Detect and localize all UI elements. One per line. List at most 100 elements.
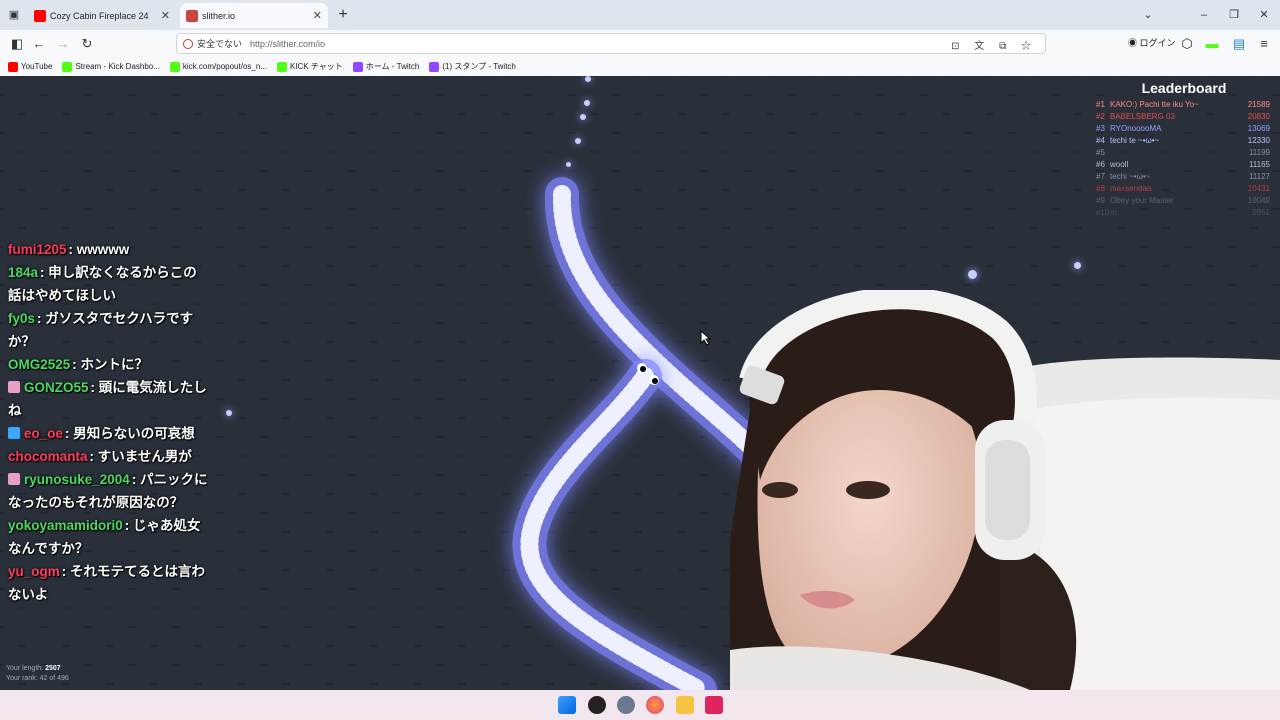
forward-icon[interactable]: →	[54, 35, 72, 53]
bookmark-kick-popout[interactable]: kick.com/popout/os_n...	[169, 61, 267, 72]
kick-extension-icon[interactable]: ▬	[1203, 35, 1221, 53]
tab-title: Cozy Cabin Fireplace 24	[50, 10, 149, 21]
leaderboard-row: #7 techi ~•ω•~ 11127	[1090, 171, 1278, 183]
twitch-icon	[352, 61, 363, 72]
tab-actions-icon[interactable]: ▣	[6, 7, 22, 23]
leaderboard-name: KAKO:) Pachi tte iku Yo~	[1110, 100, 1199, 109]
leaderboard-name: wooll	[1110, 160, 1129, 169]
sidebar-icon[interactable]: ◧	[8, 35, 26, 53]
streamer-webcam-image	[730, 290, 1280, 690]
chat-text: : ホントに？	[72, 357, 149, 372]
tab-list-icon[interactable]: ⌄	[1140, 7, 1156, 23]
leaderboard-rank: #10	[1096, 208, 1110, 217]
length-value: 2507	[45, 665, 61, 672]
leaderboard-name: RYOnooooMA	[1110, 124, 1162, 133]
chat-message: fumi1205: wwwww	[8, 238, 208, 261]
leaderboard-score: 11127	[1248, 172, 1270, 181]
tab-cozy-cabin[interactable]: Cozy Cabin Fireplace 24 ✕	[28, 3, 176, 28]
security-indicator[interactable]: 安全でない	[183, 37, 242, 50]
bookmark-twitch-home[interactable]: ホーム - Twitch	[352, 61, 420, 72]
security-label: 安全でない	[197, 39, 243, 49]
leaderboard-rank: #1	[1096, 100, 1105, 109]
bookmark-twitch-stamps[interactable]: (1) スタンプ - Twitch	[429, 61, 516, 72]
chat-message: GONZO55: 頭に電気流したしね	[8, 376, 208, 422]
login-button[interactable]: ◉ ログイン	[1128, 36, 1176, 49]
chat-username[interactable]: GONZO55	[24, 380, 89, 395]
new-tab-icon[interactable]: +	[335, 7, 351, 23]
account-icon: ◉	[1128, 38, 1140, 48]
food-orb	[968, 270, 977, 279]
chat-message: chocomanta: すいません男が	[8, 445, 208, 468]
chat-username[interactable]: 184a	[8, 265, 38, 280]
windows-icon[interactable]	[558, 696, 576, 714]
windows-taskbar	[0, 690, 1280, 720]
firefox-icon[interactable]	[646, 696, 664, 714]
leaderboard-row: #8 maxsendaa 10431	[1090, 183, 1278, 195]
bookmark-label: (1) スタンプ - Twitch	[442, 62, 516, 71]
chat-message: eo_oe: 男知らないの可哀想	[8, 422, 208, 445]
address-bar[interactable]: 安全でない http://slither.com/io ⊡ 文 ⧉ ☆	[176, 33, 1046, 54]
twitch-icon	[429, 61, 440, 72]
leaderboard-row: #9 Obey your Master 10049	[1090, 195, 1278, 207]
translate-extension-icon[interactable]: ▤	[1230, 35, 1248, 53]
mouse-cursor	[700, 330, 712, 346]
reload-icon[interactable]: ↻	[78, 35, 96, 53]
chat-username[interactable]: yokoyamamidori0	[8, 518, 123, 533]
minimize-icon[interactable]: –	[1196, 7, 1212, 23]
menu-icon[interactable]: ≡	[1255, 35, 1273, 53]
extensions-icon[interactable]: ⬡	[1178, 35, 1196, 53]
leaderboard-name: techi te ~•ω•~	[1110, 136, 1160, 145]
bookmark-kick-dashboard[interactable]: Stream - Kick Dashbo...	[62, 61, 160, 72]
address-bar-actions[interactable]: ⊡ 文 ⧉ ☆	[951, 37, 1037, 52]
file-explorer-icon[interactable]	[676, 696, 694, 714]
leaderboard-name: m	[1110, 208, 1117, 217]
chat-message: yokoyamamidori0: じゃあ処女なんですか？	[8, 514, 208, 560]
app-icon[interactable]	[705, 696, 723, 714]
bookmark-label: Stream - Kick Dashbo...	[75, 62, 160, 71]
chat-username[interactable]: fy0s	[8, 311, 35, 326]
kick-icon	[62, 61, 73, 72]
leaderboard-name: maxsendaa	[1110, 184, 1152, 193]
food-orb	[580, 114, 586, 120]
kick-icon	[276, 61, 287, 72]
chat-username[interactable]: fumi1205	[8, 242, 67, 257]
user-badge-icon	[8, 381, 20, 393]
leaderboard-rank: #6	[1096, 160, 1105, 169]
leaderboard-row: #10 m 9951	[1090, 207, 1278, 219]
leaderboard-row: #3 RYOnooooMA 13069	[1090, 123, 1278, 135]
leaderboard-rows: #1 KAKO:) Pachi tte iku Yo~ 21589 #2 BABELSB…	[1090, 99, 1278, 219]
chat-username[interactable]: OMG2525	[8, 357, 70, 372]
leaderboard-score: 10049	[1247, 196, 1270, 205]
tab-slither[interactable]: slither.io ✕	[180, 3, 328, 28]
leaderboard-name: Obey your Master	[1110, 196, 1174, 205]
bookmark-kick-chat[interactable]: KICK チャット	[276, 61, 343, 72]
close-tab-icon[interactable]: ✕	[161, 9, 170, 22]
leaderboard-name	[1110, 147, 1238, 159]
leaderboard-row: #2 BABELSBERG 03 20830	[1090, 111, 1278, 123]
bookmark-label: ホーム - Twitch	[365, 62, 420, 71]
close-tab-icon[interactable]: ✕	[313, 9, 322, 22]
settings-icon[interactable]	[617, 696, 635, 714]
close-window-icon[interactable]: ✕	[1256, 7, 1272, 23]
chat-username[interactable]: eo_oe	[24, 426, 63, 441]
bookmarks-bar: YouTube Stream - Kick Dashbo... kick.com…	[0, 57, 1280, 76]
chat-username[interactable]: ryunosuke_2004	[24, 472, 130, 487]
leaderboard-name: techi ~•ω•~	[1110, 172, 1151, 181]
chat-username[interactable]: yu_ogm	[8, 564, 60, 579]
bookmark-label: kick.com/popout/os_n...	[182, 62, 267, 71]
maximize-icon[interactable]: ❐	[1226, 7, 1242, 23]
obs-icon[interactable]	[588, 696, 606, 714]
chat-message: ryunosuke_2004: パニックになったのもそれが原因なの？	[8, 468, 208, 514]
navigation-bar: ◧ ← → ↻ 安全でない http://slither.com/io ⊡ 文 …	[0, 30, 1280, 57]
length-label: Your length:	[6, 665, 44, 672]
leaderboard-score: 12330	[1247, 136, 1270, 145]
player-stats: Your length: 2507 Your rank: 42 of 496	[6, 664, 69, 684]
bookmark-youtube[interactable]: YouTube	[8, 61, 52, 72]
rank-label: Your rank: 42 of 496	[6, 675, 69, 682]
leaderboard-score: 13069	[1247, 124, 1270, 133]
leaderboard: Leaderboard #1 KAKO:) Pachi tte iku Yo~ 21…	[1090, 80, 1278, 219]
back-icon[interactable]: ←	[30, 35, 48, 53]
url-text[interactable]: http://slither.com/io	[250, 39, 325, 49]
bookmark-label: KICK チャット	[289, 62, 343, 71]
chat-username[interactable]: chocomanta	[8, 449, 88, 464]
